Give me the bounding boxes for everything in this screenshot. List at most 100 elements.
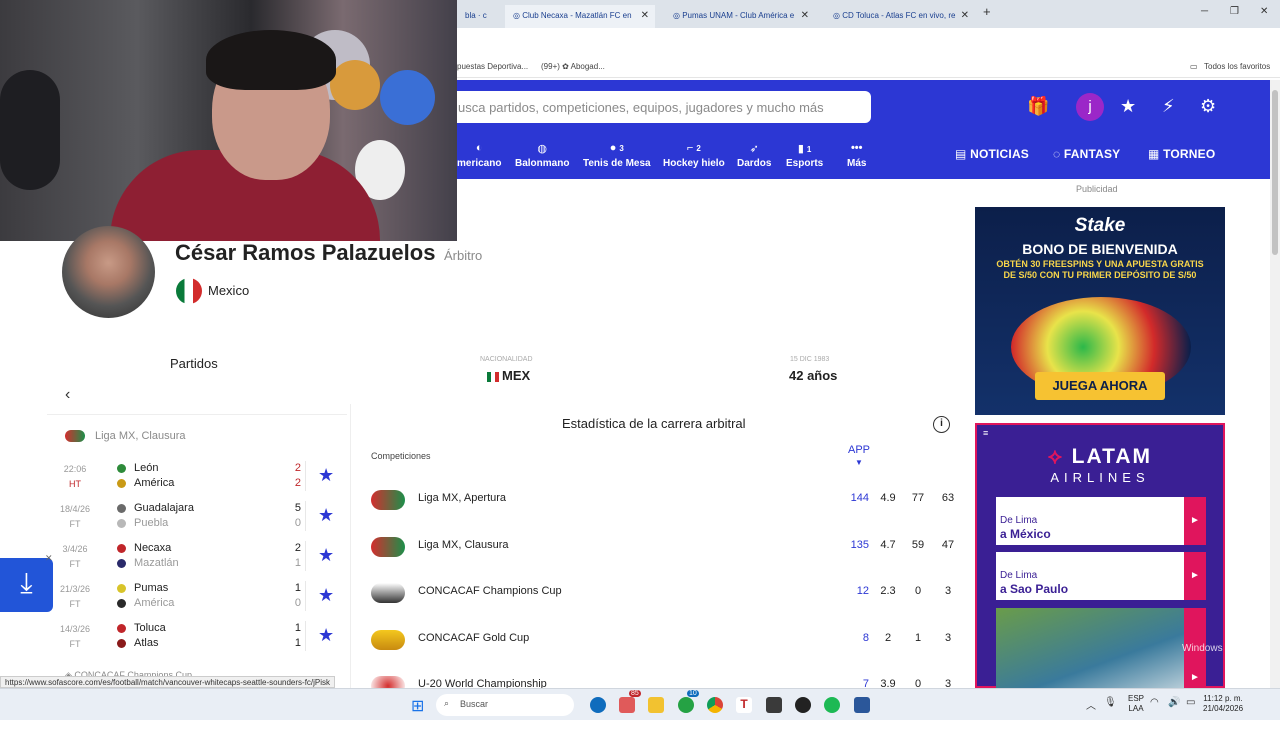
home-team: León [117, 462, 158, 474]
chrome-icon[interactable] [707, 697, 723, 713]
nav-torneo[interactable]: ▦ TORNEO [1148, 147, 1215, 161]
sport-tab-american-football[interactable]: ◐ mericano [457, 142, 501, 169]
divider [305, 541, 306, 571]
favorite-star-icon[interactable]: ★ [318, 505, 334, 526]
away-score: 0 [294, 517, 301, 529]
match-row[interactable]: 21/3/26 FT Pumas América 1 0 ★ [47, 581, 353, 621]
windows-start-icon[interactable]: ⊞ [411, 696, 424, 716]
competition-name: CONCACAF Champions Cup [418, 585, 562, 597]
away-team: Mazatlán [117, 557, 179, 569]
calculator-icon[interactable] [766, 697, 782, 713]
lightning-icon[interactable]: ⚡ [1162, 96, 1175, 117]
close-tab-icon[interactable]: ✕ [961, 10, 969, 21]
favorites-star-icon[interactable]: ★ [1120, 96, 1136, 117]
volume-icon[interactable]: 🔊 [1168, 697, 1180, 708]
app-column-header[interactable]: APP ▼ [848, 444, 870, 468]
chevron-left-icon[interactable]: ‹ [65, 386, 70, 404]
menu-icon[interactable]: ≡ [983, 428, 988, 438]
file-explorer-icon[interactable] [648, 697, 664, 713]
word-icon[interactable] [854, 697, 870, 713]
stat-value: 47 [941, 538, 955, 551]
pinned-app-icon[interactable]: 85 [619, 690, 641, 713]
stats-row[interactable]: CONCACAF Champions Cup 12 2.3 0 3 [371, 583, 971, 629]
nav-noticias[interactable]: ▤ NOTICIAS [955, 147, 1029, 161]
gift-icon[interactable]: 🎁 [1027, 96, 1049, 117]
tab-0[interactable]: bla · c [457, 5, 505, 28]
sport-tab-handball[interactable]: ◍ Balonmano [515, 142, 569, 169]
microphone-icon[interactable]: 🎙 [1104, 697, 1117, 708]
stake-ad[interactable]: Stake BONO DE BIENVENIDA OBTÉN 30 FREESP… [975, 207, 1225, 415]
minimize-icon[interactable]: ─ [1201, 6, 1208, 17]
scrollbar-thumb[interactable] [1272, 90, 1278, 255]
tab-3[interactable]: ◎ CD Toluca - Atlas FC en vivo, re ✕ [825, 5, 975, 28]
notification-badge: 10 [687, 690, 699, 697]
tab-2[interactable]: ◎ Pumas UNAM - Club América e ✕ [665, 5, 815, 28]
language-indicator[interactable]: ESP LAA [1128, 694, 1144, 714]
bookmark-item[interactable]: (99+) ✿ Abogad... [541, 62, 605, 71]
liga-mx-logo-icon [65, 430, 85, 443]
team-crest-icon [117, 503, 126, 513]
referee-country[interactable]: Mexico [208, 283, 249, 298]
clock[interactable]: 11:12 p. m. 21/04/2026 [1203, 694, 1243, 714]
favorite-star-icon[interactable]: ★ [318, 625, 334, 646]
nav-fantasy[interactable]: ◌ FANTASY [1053, 147, 1120, 161]
arrow-right-icon: ► [1184, 497, 1206, 545]
balloon [380, 70, 435, 125]
match-row[interactable]: 3/4/26 FT Necaxa Mazatlán 2 1 ★ [47, 541, 353, 581]
spotify-icon[interactable] [824, 697, 840, 713]
sport-tab-table-tennis[interactable]: ● 3 Tenis de Mesa [583, 142, 651, 169]
favorite-star-icon[interactable]: ★ [318, 465, 334, 486]
coast-photo: ► [996, 608, 1206, 688]
competition-name: Liga MX, Apertura [418, 492, 507, 504]
stats-row[interactable]: Liga MX, Clausura 135 4.7 59 47 [371, 536, 971, 583]
away-score: 0 [294, 597, 301, 609]
download-app-button[interactable]: ⤓ [0, 558, 53, 612]
competition-name: CONCACAF Gold Cup [418, 631, 530, 644]
american-football-icon: ◐ [475, 142, 483, 154]
match-time: 21/3/26 [59, 584, 91, 594]
media-app-icon[interactable] [795, 697, 811, 713]
avatar[interactable]: j [1076, 93, 1104, 121]
all-bookmarks[interactable]: Todos los favoritos [1204, 62, 1270, 71]
competition-logo-icon [371, 490, 405, 510]
tray-chevron-icon[interactable]: ︿ [1086, 697, 1096, 712]
edge-icon[interactable] [590, 697, 606, 713]
mexico-flag-icon [176, 278, 202, 304]
close-icon[interactable]: ✕ [45, 553, 53, 564]
sport-tab-more[interactable]: ••• Más [847, 142, 866, 169]
stats-row[interactable]: CONCACAF Gold Cup 8 2 1 3 [371, 629, 971, 676]
match-row[interactable]: 18/4/26 FT Guadalajara Puebla 5 0 ★ [47, 501, 353, 541]
close-window-icon[interactable]: ✕ [1260, 6, 1268, 17]
whatsapp-icon[interactable]: 10 [678, 690, 699, 713]
latam-card-sao-paulo[interactable]: De Lima a Sao Paulo ► [996, 552, 1206, 600]
page-scrollbar[interactable] [1270, 80, 1280, 690]
stake-cta-button[interactable]: JUEGA AHORA [1035, 372, 1165, 400]
close-tab-icon[interactable]: ✕ [641, 10, 649, 21]
match-row[interactable]: 22:06 HT León América 2 2 ★ [47, 461, 353, 501]
favorite-star-icon[interactable]: ★ [318, 585, 334, 606]
latam-card-mexico[interactable]: De Lima a México ► [996, 497, 1206, 545]
taskbar-search[interactable]: ⌕ Buscar [436, 694, 574, 716]
wifi-icon[interactable]: ◠ [1150, 697, 1159, 708]
sport-tab-darts[interactable]: ➶ Dardos [737, 142, 771, 169]
info-icon[interactable]: i [933, 416, 950, 433]
text-app-icon[interactable]: T [736, 697, 752, 713]
match-row[interactable]: 14/3/26 FT Toluca Atlas 1 1 ★ [47, 621, 353, 661]
new-tab-button[interactable]: + [983, 4, 991, 19]
sport-tab-ice-hockey[interactable]: ⌐ 2 Hockey hielo [663, 142, 725, 169]
search-input[interactable]: usca partidos, competiciones, equipos, j… [420, 91, 871, 123]
tab-1[interactable]: ◎ Club Necaxa - Mazatlán FC en ✕ [505, 5, 655, 28]
sport-tab-esports[interactable]: ▮ 1 Esports [786, 142, 823, 169]
restore-icon[interactable]: ❐ [1230, 6, 1239, 17]
settings-gear-icon[interactable]: ⚙ [1200, 96, 1216, 117]
home-team: Guadalajara [117, 502, 194, 514]
bookmark-item[interactable]: puestas Deportiva... [457, 62, 528, 71]
darts-icon: ➶ [749, 143, 759, 155]
favorite-star-icon[interactable]: ★ [318, 545, 334, 566]
stats-row[interactable]: Liga MX, Apertura 144 4.9 77 63 [371, 490, 971, 536]
close-tab-icon[interactable]: ✕ [801, 10, 809, 21]
home-team: Pumas [117, 582, 168, 594]
competition-header[interactable]: Liga MX, Clausura [65, 430, 186, 443]
battery-icon[interactable]: ▭ [1186, 697, 1195, 708]
away-team: América [117, 477, 174, 489]
